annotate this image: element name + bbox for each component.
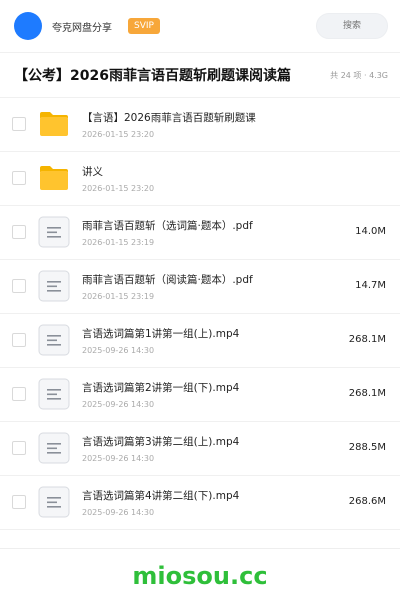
item-date: 2025-09-26 14:30 bbox=[82, 346, 155, 355]
item-text: 言语选词篇第1讲第一组(上).mp4 2025-09-26 14:30 bbox=[82, 326, 310, 355]
list-item[interactable]: 言语选词篇第1讲第一组(上).mp4 2025-09-26 14:30 268.… bbox=[0, 314, 400, 368]
item-text: 雨菲言语百题斩（选词篇·题本）.pdf 2026-01-15 23:19 bbox=[82, 218, 310, 247]
item-name: 讲义 bbox=[82, 166, 103, 178]
list-item[interactable]: 言语选词篇第4讲第二组(下).mp4 2025-09-26 14:30 268.… bbox=[0, 476, 400, 530]
item-text: 【言语】2026雨菲言语百题斩刷题课 2026-01-15 23:20 bbox=[82, 110, 310, 139]
select-checkbox[interactable] bbox=[12, 171, 26, 185]
folder-title: 【公考】2026雨菲言语百题斩刷题课阅读篇 bbox=[14, 68, 291, 84]
item-name: 雨菲言语百题斩（选词篇·题本）.pdf bbox=[82, 220, 253, 232]
item-text: 言语选词篇第3讲第二组(上).mp4 2025-09-26 14:30 bbox=[82, 434, 310, 463]
item-name: 言语选词篇第1讲第一组(上).mp4 bbox=[82, 328, 240, 340]
item-size: 268.6M bbox=[348, 496, 386, 507]
item-size: 14.7M bbox=[355, 280, 386, 291]
watermark: miosou.cc bbox=[132, 562, 268, 590]
header: 夸克网盘分享 SVIP bbox=[0, 0, 400, 52]
folder-icon bbox=[38, 162, 70, 194]
document-icon bbox=[38, 378, 70, 410]
folder-meta: 共 24 项 · 4.3G bbox=[330, 70, 388, 80]
document-icon bbox=[38, 216, 70, 248]
select-checkbox[interactable] bbox=[12, 333, 26, 347]
list-item[interactable]: 讲义 2026-01-15 23:20 bbox=[0, 152, 400, 206]
item-size: 288.5M bbox=[348, 442, 386, 453]
item-date: 2025-09-26 14:30 bbox=[82, 508, 155, 517]
select-checkbox[interactable] bbox=[12, 387, 26, 401]
item-date: 2026-01-15 23:19 bbox=[82, 238, 155, 247]
folder-icon bbox=[38, 108, 70, 140]
item-name: 言语选词篇第4讲第二组(下).mp4 bbox=[82, 490, 240, 502]
svip-badge: SVIP bbox=[128, 18, 160, 34]
folder-title-bar: 【公考】2026雨菲言语百题斩刷题课阅读篇 共 24 项 · 4.3G bbox=[0, 53, 400, 97]
item-name: 雨菲言语百题斩（阅读篇·题本）.pdf bbox=[82, 274, 253, 286]
item-date: 2025-09-26 14:30 bbox=[82, 454, 155, 463]
item-size: 14.0M bbox=[355, 226, 386, 237]
item-text: 言语选词篇第4讲第二组(下).mp4 2025-09-26 14:30 bbox=[82, 488, 310, 517]
item-text: 雨菲言语百题斩（阅读篇·题本）.pdf 2026-01-15 23:19 bbox=[82, 272, 310, 301]
list-item[interactable]: 【言语】2026雨菲言语百题斩刷题课 2026-01-15 23:20 bbox=[0, 98, 400, 152]
item-name: 【言语】2026雨菲言语百题斩刷题课 bbox=[82, 112, 256, 124]
item-text: 讲义 2026-01-15 23:20 bbox=[82, 164, 310, 193]
item-date: 2026-01-15 23:20 bbox=[82, 184, 155, 193]
avatar[interactable] bbox=[14, 12, 42, 40]
list-item[interactable]: 言语选词篇第3讲第二组(上).mp4 2025-09-26 14:30 288.… bbox=[0, 422, 400, 476]
item-name: 言语选词篇第3讲第二组(上).mp4 bbox=[82, 436, 240, 448]
select-checkbox[interactable] bbox=[12, 225, 26, 239]
select-checkbox[interactable] bbox=[12, 495, 26, 509]
select-checkbox[interactable] bbox=[12, 441, 26, 455]
item-name: 言语选词篇第2讲第一组(下).mp4 bbox=[82, 382, 240, 394]
item-date: 2026-01-15 23:20 bbox=[82, 130, 155, 139]
username: 夸克网盘分享 bbox=[52, 22, 112, 34]
list-item[interactable]: 雨菲言语百题斩（选词篇·题本）.pdf 2026-01-15 23:19 14.… bbox=[0, 206, 400, 260]
file-list: 【言语】2026雨菲言语百题斩刷题课 2026-01-15 23:20 讲义 2… bbox=[0, 98, 400, 530]
footer-divider bbox=[0, 548, 400, 549]
select-checkbox[interactable] bbox=[12, 117, 26, 131]
item-text: 言语选词篇第2讲第一组(下).mp4 2025-09-26 14:30 bbox=[82, 380, 310, 409]
item-size: 268.1M bbox=[348, 334, 386, 345]
search-input[interactable] bbox=[316, 13, 388, 39]
item-date: 2026-01-15 23:19 bbox=[82, 292, 155, 301]
app-root: 夸克网盘分享 SVIP 【公考】2026雨菲言语百题斩刷题课阅读篇 共 24 项… bbox=[0, 0, 400, 600]
list-item[interactable]: 雨菲言语百题斩（阅读篇·题本）.pdf 2026-01-15 23:19 14.… bbox=[0, 260, 400, 314]
document-icon bbox=[38, 324, 70, 356]
item-date: 2025-09-26 14:30 bbox=[82, 400, 155, 409]
document-icon bbox=[38, 270, 70, 302]
document-icon bbox=[38, 432, 70, 464]
document-icon bbox=[38, 486, 70, 518]
item-size: 268.1M bbox=[348, 388, 386, 399]
select-checkbox[interactable] bbox=[12, 279, 26, 293]
list-item[interactable]: 言语选词篇第2讲第一组(下).mp4 2025-09-26 14:30 268.… bbox=[0, 368, 400, 422]
